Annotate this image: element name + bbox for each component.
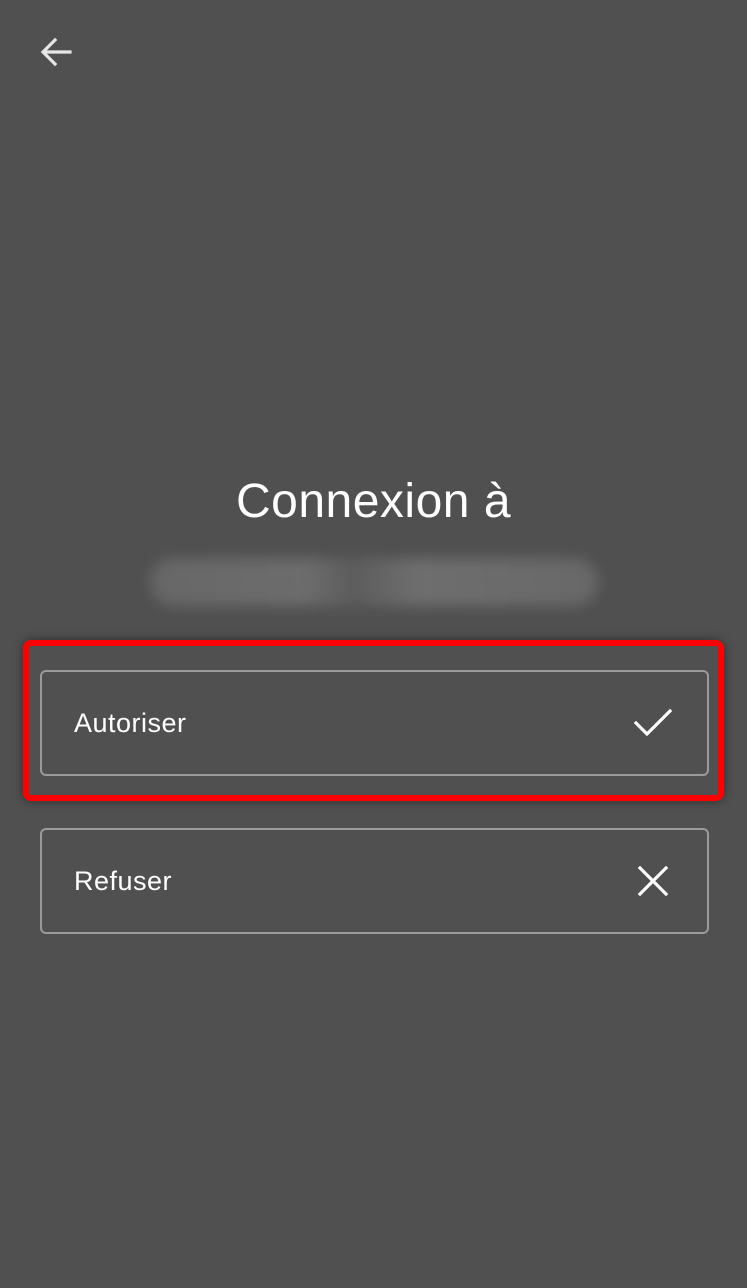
close-icon xyxy=(633,861,673,901)
refuse-label: Refuser xyxy=(74,865,173,896)
checkmark-icon xyxy=(633,703,673,743)
refuse-button[interactable]: Refuser xyxy=(40,828,709,934)
authorize-label: Autoriser xyxy=(74,707,187,738)
back-button[interactable] xyxy=(26,22,86,82)
arrow-left-icon xyxy=(40,37,72,67)
page-title: Connexion à xyxy=(235,475,512,528)
authorize-button[interactable]: Autoriser xyxy=(40,670,709,776)
redacted-host xyxy=(150,558,598,606)
